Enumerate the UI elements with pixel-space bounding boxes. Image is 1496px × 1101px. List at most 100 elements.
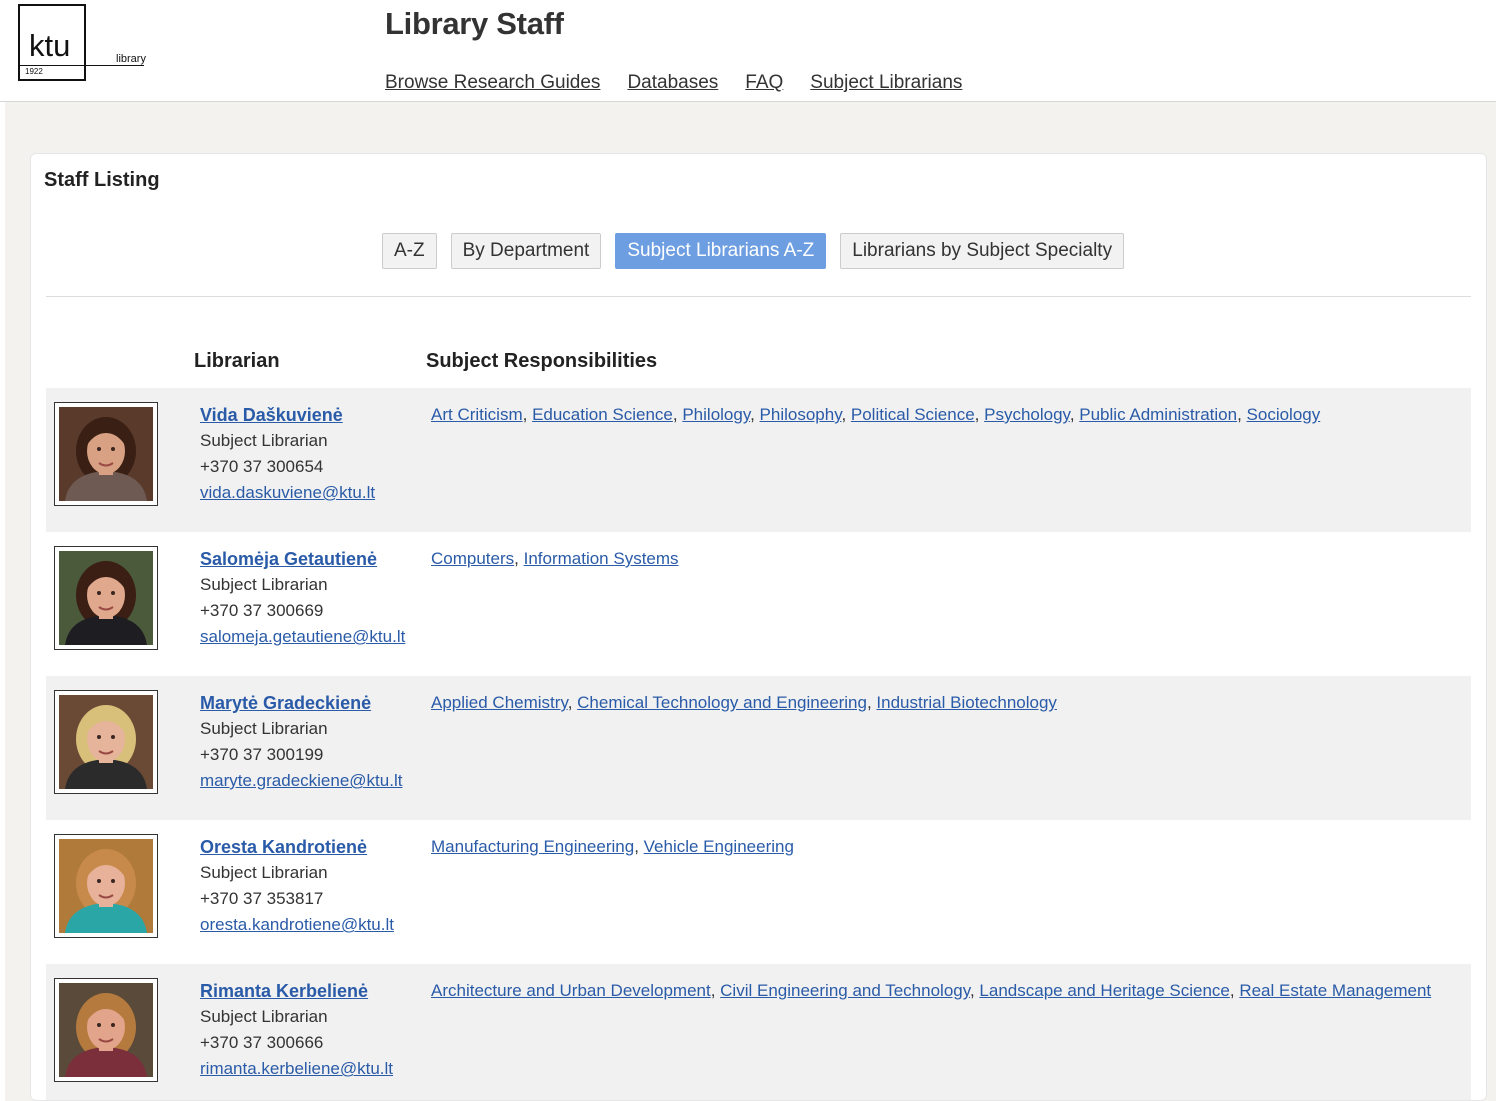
subject-link[interactable]: Education Science xyxy=(532,405,673,424)
subject-separator: , xyxy=(1069,405,1080,424)
librarian-name-link[interactable]: Salomėja Getautienė xyxy=(200,546,405,572)
librarian-photo[interactable] xyxy=(54,690,158,794)
subject-separator: , xyxy=(841,405,851,424)
librarian-phone: +370 37 353817 xyxy=(200,889,324,908)
portrait-image xyxy=(59,407,153,501)
subject-separator: , xyxy=(866,693,877,712)
ktu-library-logo[interactable]: ktu 1922 library xyxy=(18,4,146,81)
subject-separator: , xyxy=(1237,405,1247,424)
nav-subject-librarians[interactable]: Subject Librarians xyxy=(810,72,962,94)
subject-separator: , xyxy=(522,405,533,424)
librarian-email-link[interactable]: salomeja.getautiene@ktu.lt xyxy=(200,624,405,650)
subject-link[interactable]: Manufacturing Engineering xyxy=(431,837,634,856)
librarian-name-link[interactable]: Marytė Gradeckienė xyxy=(200,690,402,716)
subject-responsibilities: Computers, Information Systems xyxy=(431,546,679,572)
table-row: Rimanta Kerbelienė Subject Librarian +370 … xyxy=(46,964,1471,1100)
subject-link[interactable]: Architecture and Urban Development xyxy=(431,981,711,1000)
portrait-image xyxy=(59,983,153,1077)
subject-link[interactable]: Real Estate Management xyxy=(1239,981,1431,1000)
filter-by-department-button[interactable]: By Department xyxy=(450,233,602,269)
logo-subtext: library xyxy=(116,53,146,65)
librarian-email-link[interactable]: oresta.kandrotiene@ktu.lt xyxy=(200,912,394,938)
librarian-email-link[interactable]: vida.daskuviene@ktu.lt xyxy=(200,480,375,506)
subject-link[interactable]: Public Administration xyxy=(1079,405,1237,424)
portrait-image xyxy=(59,695,153,789)
listing-filter-buttons: A-Z By Department Subject Librarians A-Z… xyxy=(382,233,1125,269)
subject-responsibilities: Manufacturing Engineering, Vehicle Engin… xyxy=(431,834,794,860)
librarian-role: Subject Librarian xyxy=(200,863,328,882)
librarian-phone: +370 37 300666 xyxy=(200,1033,324,1052)
logo-rule xyxy=(20,65,144,66)
librarian-photo[interactable] xyxy=(54,546,158,650)
librarian-info: Vida Daškuvienė Subject Librarian +370 37 … xyxy=(200,402,375,506)
panel-title: Staff Listing xyxy=(44,169,160,191)
subject-responsibilities: Art Criticism, Education Science, Philol… xyxy=(431,402,1320,428)
subject-separator: , xyxy=(750,405,760,424)
subject-separator: , xyxy=(969,981,980,1000)
subject-link[interactable]: Political Science xyxy=(851,405,975,424)
subject-link[interactable]: Applied Chemistry xyxy=(431,693,568,712)
subject-separator: , xyxy=(634,837,644,856)
subject-link[interactable]: Philology xyxy=(682,405,750,424)
librarian-table: Vida Daškuvienė Subject Librarian +370 37 … xyxy=(46,388,1471,1100)
subject-link[interactable]: Computers xyxy=(431,549,514,568)
table-row: Vida Daškuvienė Subject Librarian +370 37 … xyxy=(46,388,1471,532)
librarian-photo[interactable] xyxy=(54,834,158,938)
subject-link[interactable]: Information Systems xyxy=(524,549,679,568)
table-row: Oresta Kandrotienė Subject Librarian +370 … xyxy=(46,820,1471,964)
filter-a-z-button[interactable]: A-Z xyxy=(382,233,437,269)
librarian-photo[interactable] xyxy=(54,402,158,506)
portrait-image xyxy=(59,551,153,645)
nav-databases[interactable]: Databases xyxy=(627,72,718,94)
librarian-role: Subject Librarian xyxy=(200,719,328,738)
subject-separator: , xyxy=(514,549,524,568)
librarian-photo[interactable] xyxy=(54,978,158,1082)
subject-link[interactable]: Philosophy xyxy=(760,405,842,424)
subject-separator: , xyxy=(1229,981,1240,1000)
filter-by-subject-specialty-button[interactable]: Librarians by Subject Specialty xyxy=(840,233,1125,269)
librarian-email-link[interactable]: rimanta.kerbeliene@ktu.lt xyxy=(200,1056,393,1082)
librarian-role: Subject Librarian xyxy=(200,1007,328,1026)
librarian-name-link[interactable]: Rimanta Kerbelienė xyxy=(200,978,393,1004)
subject-separator: , xyxy=(672,405,683,424)
librarian-phone: +370 37 300199 xyxy=(200,745,324,764)
subject-link[interactable]: Industrial Biotechnology xyxy=(876,693,1057,712)
subject-responsibilities: Applied Chemistry, Chemical Technology a… xyxy=(431,690,1057,716)
subject-link[interactable]: Art Criticism xyxy=(431,405,523,424)
subject-separator: , xyxy=(974,405,985,424)
librarian-phone: +370 37 300669 xyxy=(200,601,324,620)
subject-separator: , xyxy=(710,981,721,1000)
nav-browse-research-guides[interactable]: Browse Research Guides xyxy=(385,72,600,94)
librarian-phone: +370 37 300654 xyxy=(200,457,324,476)
subject-link[interactable]: Landscape and Heritage Science xyxy=(979,981,1229,1000)
librarian-info: Marytė Gradeckienė Subject Librarian +370 … xyxy=(200,690,402,794)
librarian-role: Subject Librarian xyxy=(200,431,328,450)
subject-link[interactable]: Sociology xyxy=(1247,405,1321,424)
nav-faq[interactable]: FAQ xyxy=(745,72,783,94)
subject-link[interactable]: Vehicle Engineering xyxy=(644,837,794,856)
subject-separator: , xyxy=(567,693,578,712)
site-header: ktu 1922 library Library Staff Browse Re… xyxy=(0,0,1496,102)
librarian-role: Subject Librarian xyxy=(200,575,328,594)
librarian-name-link[interactable]: Vida Daškuvienė xyxy=(200,402,375,428)
subject-link[interactable]: Psychology xyxy=(984,405,1070,424)
librarian-info: Salomėja Getautienė Subject Librarian +370… xyxy=(200,546,405,650)
librarian-info: Oresta Kandrotienė Subject Librarian +370 … xyxy=(200,834,394,938)
page-title: Library Staff xyxy=(385,6,564,41)
librarian-email-link[interactable]: maryte.gradeckiene@ktu.lt xyxy=(200,768,402,794)
staff-listing-panel: Staff Listing A-Z By Department Subject … xyxy=(30,153,1487,1101)
top-nav: Browse Research Guides Databases FAQ Sub… xyxy=(385,72,962,94)
filter-subject-librarians-a-z-button[interactable]: Subject Librarians A-Z xyxy=(615,233,827,269)
column-header-subjects: Subject Responsibilities xyxy=(426,350,658,372)
table-row: Salomėja Getautienė Subject Librarian +370… xyxy=(46,532,1471,676)
subject-link[interactable]: Chemical Technology and Engineering xyxy=(577,693,867,712)
librarian-name-link[interactable]: Oresta Kandrotienė xyxy=(200,834,394,860)
subject-link[interactable]: Civil Engineering and Technology xyxy=(720,981,970,1000)
subject-responsibilities: Architecture and Urban Development, Civi… xyxy=(431,978,1431,1004)
column-header-librarian: Librarian xyxy=(194,350,280,372)
logo-text: ktu xyxy=(29,28,71,63)
logo-year: 1922 xyxy=(25,67,43,76)
portrait-image xyxy=(59,839,153,933)
librarian-info: Rimanta Kerbelienė Subject Librarian +370 … xyxy=(200,978,393,1082)
divider xyxy=(46,296,1471,297)
